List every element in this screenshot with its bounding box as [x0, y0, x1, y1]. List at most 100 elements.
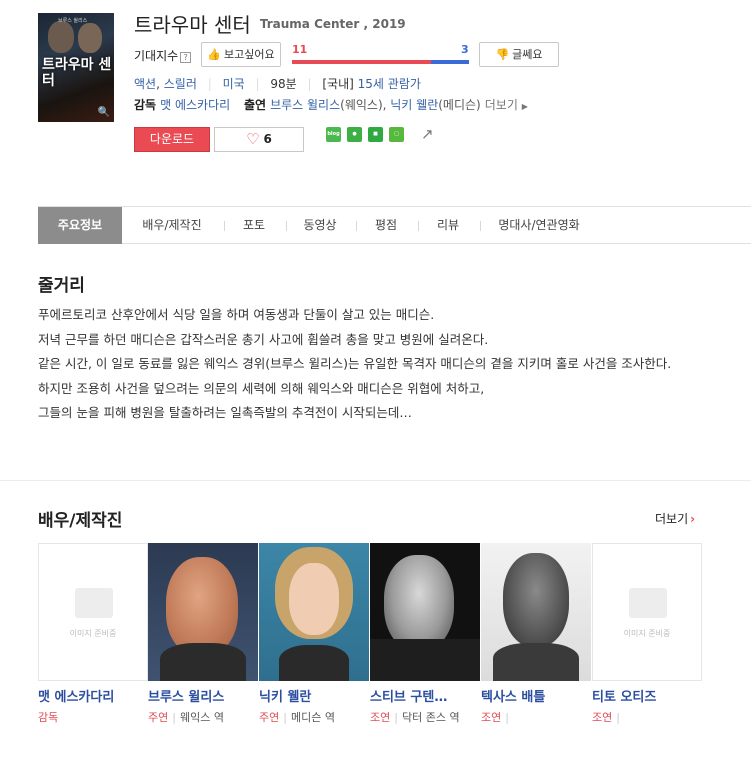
actor-role-2: (메디슨): [438, 98, 481, 112]
download-button[interactable]: 다운로드: [134, 127, 210, 152]
portrait-shirt: [493, 643, 579, 681]
cast-photo[interactable]: [370, 543, 480, 681]
cast-name[interactable]: 텍사스 배틀: [481, 686, 591, 705]
country-link[interactable]: 미국: [223, 77, 245, 91]
chevron-right-icon: ›: [690, 512, 696, 526]
caret-right-icon: ▶: [521, 102, 528, 111]
portrait-face: [166, 557, 238, 655]
meh-button[interactable]: 👎 글쎄요: [479, 42, 559, 67]
divider: |: [207, 77, 212, 91]
actor-role-1: (웨익스): [340, 98, 383, 112]
cast-role-type: 주연: [259, 711, 280, 724]
want-to-see-button[interactable]: 👍 보고싶어요: [201, 42, 281, 67]
cast-photo-placeholder[interactable]: 이미지 준비중: [592, 543, 702, 681]
tab-divider: [418, 221, 419, 231]
poster-face-2: [78, 23, 102, 53]
cast-heading: 배우/제작진: [38, 511, 123, 531]
cast-role-name: 웨익스 역: [179, 711, 224, 724]
story-icon[interactable]: □: [389, 127, 404, 142]
tab-photo[interactable]: 포토: [228, 207, 280, 244]
actor-link-2[interactable]: 닉키 웰란: [390, 98, 438, 112]
portrait-face: [289, 563, 339, 635]
portrait-dress: [279, 645, 349, 681]
cast-card[interactable]: 스티브 구텐… 조연 | 닥터 존스 역: [370, 543, 480, 727]
movie-title: 트라우마 센터: [134, 13, 251, 37]
cast-name[interactable]: 티토 오티즈: [592, 686, 702, 705]
director-link[interactable]: 맷 에스카다리: [160, 98, 230, 112]
credits-more-link[interactable]: 더보기 ▶: [485, 98, 528, 112]
image-placeholder-icon: [75, 588, 113, 618]
cast-photo[interactable]: [148, 543, 258, 681]
movie-poster[interactable]: 브루스 윌리스 트라우마 센터 🔍: [38, 13, 114, 122]
cast-label: 출연: [243, 98, 267, 112]
tab-main-info[interactable]: 주요정보: [38, 207, 122, 244]
thumbs-up-icon: 👍: [207, 48, 222, 61]
image-placeholder-icon: [629, 588, 667, 618]
cast-card[interactable]: 이미지 준비중 티토 오티즈 조연 |: [592, 543, 702, 727]
tab-divider: [224, 221, 225, 231]
tab-divider: [356, 221, 357, 231]
cast-name[interactable]: 브루스 윌리스: [148, 686, 258, 705]
meh-label: 글쎄요: [512, 48, 543, 61]
cast-role-name: 메디슨 역: [290, 711, 335, 724]
synopsis-line: 저녁 근무를 하던 매디슨은 갑작스러운 총기 사고에 휩쓸려 총을 맞고 병원…: [38, 331, 489, 347]
cast-role: 조연 |: [592, 711, 620, 724]
blog-icon[interactable]: blog: [326, 127, 341, 142]
runtime: 98분: [270, 77, 297, 91]
cast-name[interactable]: 스티브 구텐…: [370, 686, 480, 705]
tab-bar: 주요정보 배우/제작진 포토 동영상 평점 리뷰 명대사/연관영화: [38, 206, 751, 244]
tab-video[interactable]: 동영상: [290, 207, 350, 244]
cast-card[interactable]: 닉키 웰란 주연 | 메디슨 역: [259, 543, 369, 727]
thumbs-down-icon: 👎: [495, 48, 510, 61]
cast-photo-placeholder[interactable]: 이미지 준비중: [38, 543, 148, 681]
cast-role-type: 감독: [38, 711, 59, 724]
divider: |: [307, 77, 312, 91]
cast-role: 조연 |: [481, 711, 509, 724]
cast-card[interactable]: 브루스 윌리스 주연 | 웨익스 역: [148, 543, 258, 727]
tab-rating[interactable]: 평점: [360, 207, 412, 244]
portrait-shirt: [370, 639, 480, 681]
portrait-shirt: [160, 643, 246, 681]
like-button[interactable]: ♡ 6: [214, 127, 304, 152]
help-icon[interactable]: ?: [180, 52, 192, 63]
tab-cast-crew[interactable]: 배우/제작진: [126, 207, 218, 244]
image-placeholder-text: 이미지 준비중: [69, 629, 117, 638]
expectation-gauge: [292, 60, 469, 64]
cast-role: 감독: [38, 708, 148, 727]
poster-title-text: 트라우마 센터: [42, 57, 112, 89]
want-count: 11: [292, 43, 308, 56]
cast-card[interactable]: 이미지 준비중 맷 에스카다리 감독: [38, 543, 148, 727]
synopsis-line: 그들의 눈을 피해 병원을 탈출하려는 일촉즉발의 추격전이 시작되는데…: [38, 405, 412, 420]
actor-link-1[interactable]: 브루스 윌리스: [270, 98, 340, 112]
cast-photo[interactable]: [259, 543, 369, 681]
cast-name[interactable]: 맷 에스카다리: [38, 686, 148, 705]
cast-more-link[interactable]: 더보기 ›: [655, 510, 695, 527]
band-icon[interactable]: ■: [368, 127, 383, 142]
movie-subtitle: Trauma Center , 2019: [259, 16, 406, 31]
poster-face-1: [48, 21, 74, 53]
cast-role: 주연 | 웨익스 역: [148, 711, 224, 724]
share-icon[interactable]: ↗: [421, 125, 434, 143]
synopsis-heading: 줄거리: [38, 276, 85, 296]
age-rating-link[interactable]: 15세 관람가: [358, 77, 421, 91]
magnify-icon[interactable]: 🔍: [98, 107, 110, 118]
tab-quotes-related[interactable]: 명대사/연관영화: [484, 207, 594, 244]
synopsis-line: 같은 시간, 이 일로 동료를 잃은 웨익스 경위(브루스 윌리스)는 유일한 …: [38, 356, 672, 371]
cast-photo[interactable]: [481, 543, 591, 681]
director-label: 감독: [134, 98, 157, 112]
talk-icon[interactable]: ●: [347, 127, 362, 142]
synopsis-line: 푸에르토리코 산후안에서 식당 일을 하며 여동생과 단둘이 살고 있는 매디슨…: [38, 307, 435, 322]
poster-cast-text: 브루스 윌리스: [58, 18, 88, 24]
cast-card[interactable]: 텍사스 배틀 조연 |: [481, 543, 591, 727]
genre-link-action[interactable]: 액션: [134, 77, 156, 91]
synopsis-line: 하지만 조용히 사건을 덮으려는 의문의 세력에 의해 웨익스와 매디슨은 위협…: [38, 380, 485, 396]
movie-title-row: 트라우마 센터 Trauma Center , 2019: [134, 9, 406, 38]
cast-name[interactable]: 닉키 웰란: [259, 686, 369, 705]
cast-role-type: 주연: [148, 711, 169, 724]
cast-role-name: 닥터 존스 역: [401, 711, 460, 724]
tab-review[interactable]: 리뷰: [422, 207, 474, 244]
synopsis-text: 푸에르토리코 산후안에서 식당 일을 하며 여동생과 단둘이 살고 있는 매디슨…: [38, 303, 713, 426]
expectation-gauge-fill: [292, 60, 432, 64]
heart-icon: ♡: [246, 130, 260, 148]
genre-link-thriller[interactable]: 스릴러: [164, 77, 197, 91]
